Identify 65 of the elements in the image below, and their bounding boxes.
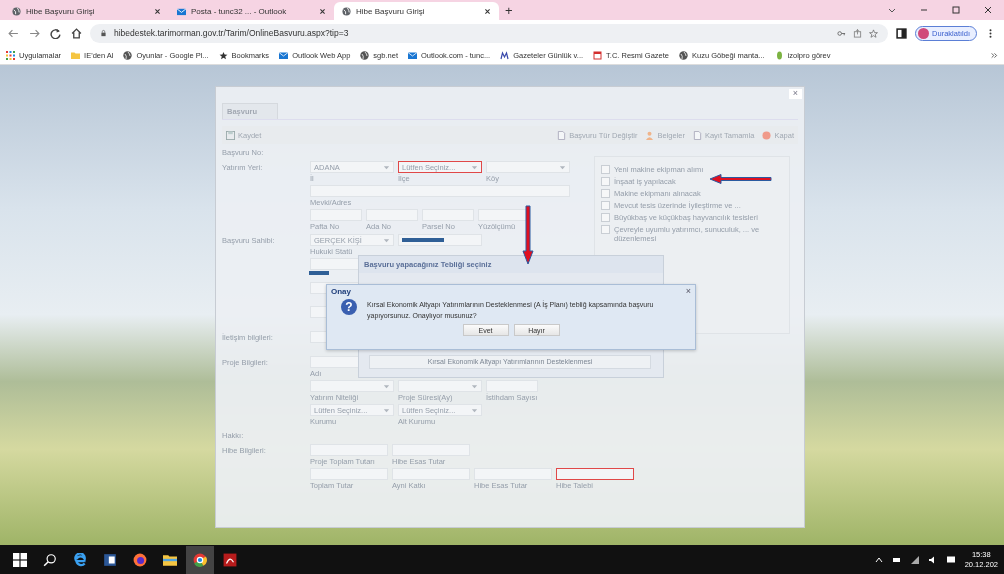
- star-icon[interactable]: [869, 28, 879, 38]
- reload-icon[interactable]: [50, 27, 61, 39]
- browser-tab[interactable]: Hibe Başvuru Girişi: [334, 2, 499, 20]
- dialog-title: Onay: [331, 286, 351, 296]
- dropdown-arrow-icon: [471, 406, 478, 414]
- mail-icon: [177, 6, 186, 16]
- checkbox[interactable]: [601, 177, 610, 186]
- browser-tab[interactable]: Hibe Başvuru Girişi: [4, 2, 169, 20]
- mail-icon: [279, 50, 289, 60]
- globe-icon: [360, 50, 370, 60]
- redaction-bar: [402, 238, 444, 242]
- document-icon: [692, 130, 702, 140]
- folder-icon: [71, 50, 81, 60]
- arrow-drawing: [709, 174, 773, 184]
- chrome-icon[interactable]: [186, 545, 214, 574]
- globe-icon: [123, 50, 133, 60]
- globe-icon: [679, 50, 688, 60]
- question-icon: ?: [341, 299, 357, 315]
- home-icon[interactable]: [71, 27, 82, 39]
- browser-tab[interactable]: Posta - tunc32 ... - Outlook: [169, 2, 334, 20]
- checkbox[interactable]: [601, 189, 610, 198]
- newspaper-icon: [500, 50, 510, 60]
- dropdown-arrow-icon: [383, 236, 390, 244]
- checkbox[interactable]: [601, 201, 610, 210]
- dropdown-arrow-icon: [383, 382, 390, 390]
- double-chevron-icon[interactable]: [991, 51, 998, 59]
- dropdown-arrow-icon: [471, 163, 478, 171]
- calendar-icon: [593, 50, 603, 60]
- arrow-drawing: [522, 205, 534, 265]
- checkbox[interactable]: [601, 225, 610, 234]
- close-button[interactable]: ×: [788, 89, 802, 99]
- dropdown-arrow-icon: [383, 406, 390, 414]
- star-icon: [218, 50, 228, 60]
- dropdown-arrow-icon: [471, 382, 478, 390]
- person-icon: [645, 130, 655, 140]
- new-tab-button[interactable]: +: [499, 2, 519, 18]
- restore-icon[interactable]: [951, 5, 961, 15]
- forward-arrow-icon[interactable]: [29, 27, 40, 39]
- close-button[interactable]: ×: [685, 286, 691, 296]
- back-arrow-icon[interactable]: [8, 27, 19, 39]
- side-panel-icon[interactable]: [896, 27, 908, 39]
- wifi-icon[interactable]: [909, 554, 920, 565]
- close-icon[interactable]: [319, 7, 326, 15]
- input-field[interactable]: [556, 468, 634, 480]
- notification-icon[interactable]: [945, 554, 956, 565]
- share-icon[interactable]: [853, 28, 863, 38]
- checkbox[interactable]: [601, 165, 610, 174]
- globe-icon: [342, 6, 351, 16]
- dropdown-arrow-icon: [383, 163, 390, 171]
- close-icon[interactable]: [983, 5, 993, 15]
- avatar-icon: [918, 27, 930, 39]
- dropdown-arrow-icon: [559, 163, 566, 171]
- lock-icon: [100, 29, 107, 37]
- apps-grid-icon: [6, 50, 15, 60]
- address-bar[interactable]: hibedestek.tarimorman.gov.tr/Tarim/OnlineBasvuru.aspx?tip=3: [90, 23, 889, 43]
- redaction-bar: [309, 271, 329, 275]
- close-icon[interactable]: [484, 7, 491, 15]
- close-icon[interactable]: [154, 7, 161, 15]
- leaf-icon: [774, 50, 784, 60]
- globe-icon: [12, 6, 21, 16]
- checkbox[interactable]: [601, 213, 610, 222]
- key-icon[interactable]: [837, 28, 847, 38]
- document-icon: [557, 130, 567, 140]
- stop-icon: [762, 130, 772, 140]
- mail-icon: [407, 50, 417, 60]
